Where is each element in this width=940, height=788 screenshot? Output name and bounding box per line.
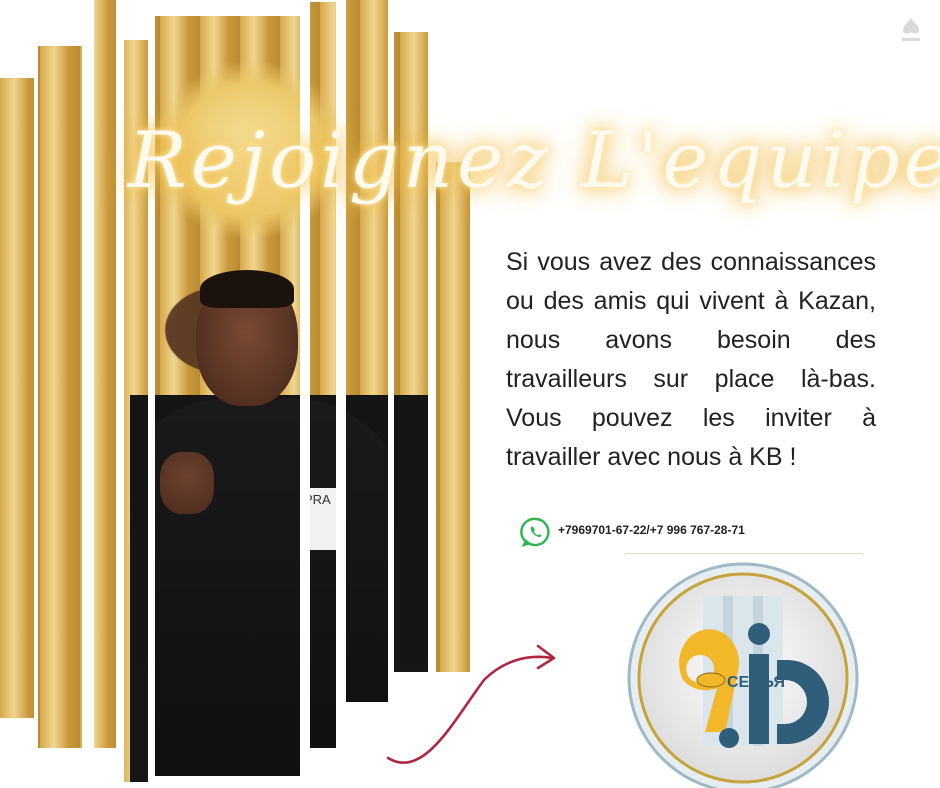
company-logo: СЕМЬЯ: [627, 562, 859, 788]
logo-text: СЕМЬЯ: [727, 674, 785, 691]
divider: [626, 553, 862, 554]
photo-strip: [436, 162, 470, 672]
handshake-icon: [696, 672, 726, 688]
body-text: Si vous avez des connaissances ou des am…: [506, 248, 876, 471]
photo-strip: [38, 46, 82, 748]
photo-strip: [0, 78, 34, 718]
whatsapp-icon: [520, 517, 550, 548]
poster-title: Rejoignez L'equipe: [128, 116, 940, 206]
phone-numbers: +7969701-67-22/+7 996 767-28-71: [558, 523, 745, 537]
shirt-tag: PRA: [310, 488, 336, 550]
curved-arrow-icon: [386, 644, 556, 764]
watermark-icon: [902, 18, 920, 41]
photo-strip: [94, 0, 116, 748]
person-fist: [160, 452, 214, 514]
person-hair: [200, 270, 294, 308]
poster: PRA Rejoignez L'equipe Si vous avez des …: [0, 0, 940, 788]
